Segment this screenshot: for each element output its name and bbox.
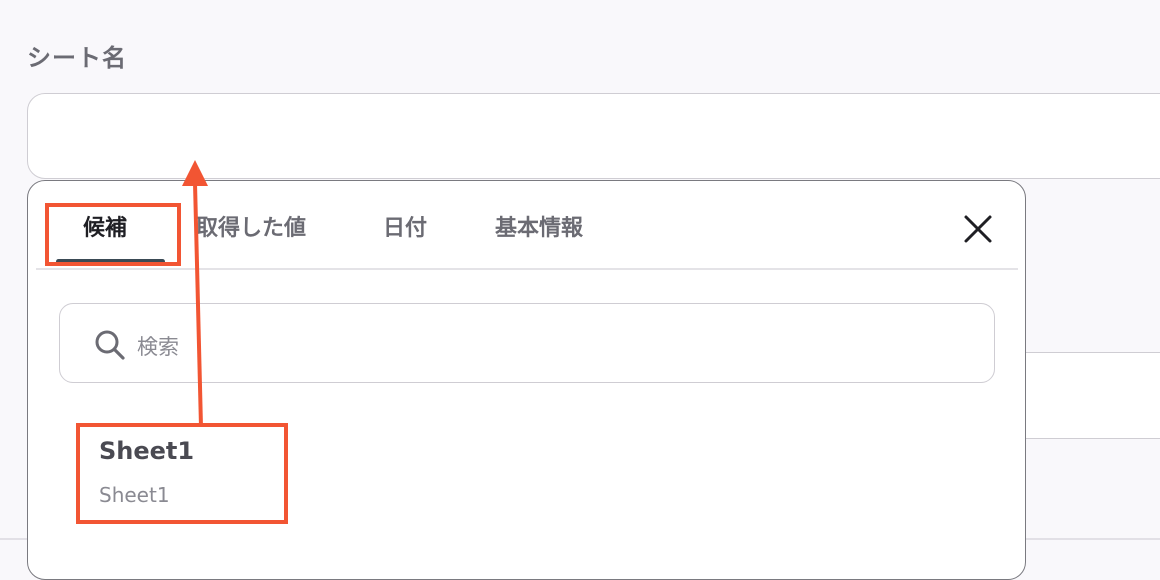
sheet-name-input[interactable] (27, 93, 1160, 179)
tab-basic-info[interactable]: 基本情報 (495, 216, 583, 242)
tab-acquired-values[interactable]: 取得した値 (196, 216, 306, 242)
tab-candidates[interactable]: 候補 (83, 216, 127, 242)
search-field[interactable]: 検索 (59, 303, 995, 383)
close-icon (964, 215, 992, 243)
search-placeholder: 検索 (137, 335, 179, 359)
active-tab-indicator (56, 259, 165, 264)
value-picker-popover: 候補 取得した値 日付 基本情報 検索 Sheet1 Sheet1 (27, 180, 1026, 580)
close-button[interactable] (958, 209, 998, 249)
candidate-subtitle: Sheet1 (99, 483, 170, 507)
tab-date[interactable]: 日付 (383, 216, 427, 242)
tab-divider (36, 268, 1018, 270)
candidate-title: Sheet1 (99, 437, 195, 465)
search-icon (95, 330, 125, 360)
candidate-item[interactable]: Sheet1 Sheet1 (88, 425, 278, 520)
sheet-name-label: シート名 (27, 44, 127, 72)
